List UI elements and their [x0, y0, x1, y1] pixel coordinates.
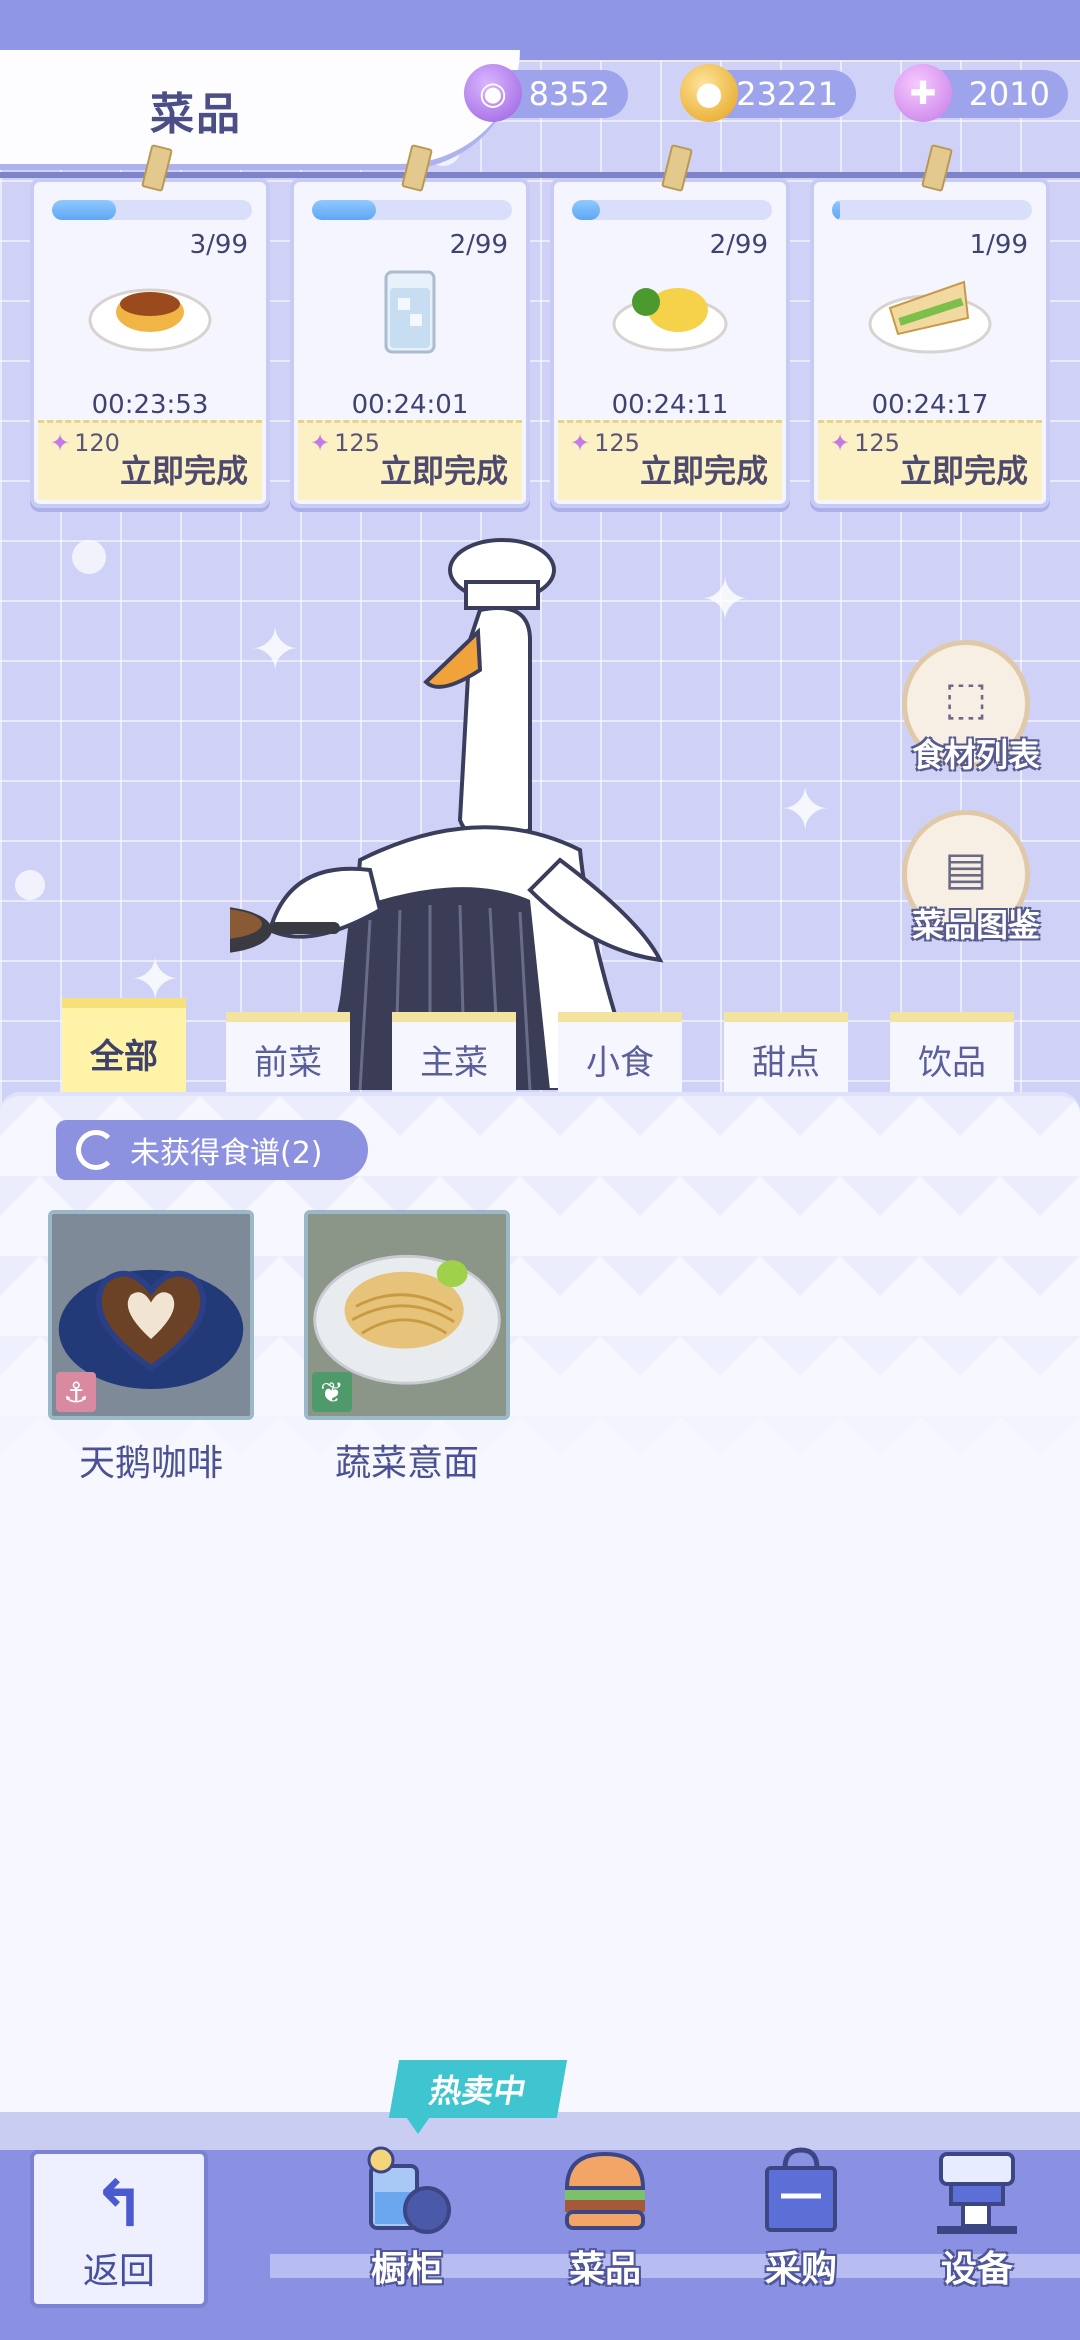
finish-now-label: 立即完成: [119, 452, 248, 490]
back-label: 返回: [82, 2251, 155, 2292]
order-count: 2/99: [709, 230, 768, 260]
order-count: 2/99: [449, 230, 508, 260]
tab-appetizer[interactable]: 前菜: [226, 1012, 350, 1096]
tab-all[interactable]: 全部: [62, 998, 186, 1098]
title-tab: 菜品: [0, 50, 520, 170]
order-card[interactable]: 1/99 00:24:17 ✦ 125 立即完成: [810, 143, 1050, 508]
order-card[interactable]: 2/99 00:24:01 ✦ 125 立即完成: [290, 143, 530, 508]
progress-fill: [832, 200, 840, 220]
finish-now-button[interactable]: ✦ 125 立即完成: [298, 420, 522, 500]
order-count: 1/99: [969, 230, 1028, 260]
tab-dessert[interactable]: 甜点: [724, 1012, 848, 1096]
swan-feather-value: 2010: [968, 75, 1050, 113]
nav-dishes-label: 菜品: [568, 2249, 641, 2290]
decor-bubble: [72, 540, 106, 574]
recipe-card-swan-coffee[interactable]: ⚓: [48, 1210, 254, 1420]
hot-selling-badge: 热卖中: [388, 2060, 568, 2118]
gem-icon: ◉: [464, 64, 522, 122]
burger-icon: [564, 2151, 646, 2230]
gem-value: 8352: [528, 75, 610, 113]
finish-cost: ✦ 125: [310, 429, 380, 457]
tab-main-course[interactable]: 主菜: [392, 1012, 516, 1096]
swan-feather-icon: ✦: [310, 429, 331, 457]
cost-value: 125: [854, 429, 900, 457]
chef-goose-illustration: [230, 538, 664, 1090]
nav-purchase[interactable]: 采购: [726, 2130, 876, 2300]
panel-fade: [0, 1300, 1080, 2100]
swan-feather-counter[interactable]: ✚ 2010: [894, 64, 1068, 122]
progress-bar: [572, 200, 772, 220]
finish-now-label: 立即完成: [899, 452, 1028, 490]
finish-now-button[interactable]: ✦ 125 立即完成: [558, 420, 782, 500]
nav-dishes[interactable]: 菜品: [530, 2130, 680, 2300]
coin-counter[interactable]: ● 3223221: [680, 64, 856, 122]
ingredients-list-label: 食材列表: [911, 736, 1040, 774]
cost-value: 125: [334, 429, 380, 457]
finish-cost: ✦ 125: [830, 429, 900, 457]
swan-feather-icon: ✦: [830, 429, 851, 457]
leaf-icon: ❦: [312, 1372, 352, 1412]
nav-equipment-label: 设备: [940, 2249, 1013, 2290]
progress-fill: [312, 200, 376, 220]
tab-drinks[interactable]: 饮品: [890, 1012, 1014, 1096]
progress-bar: [52, 200, 252, 220]
dish-catalog-label: 菜品图鉴: [911, 906, 1040, 944]
order-card[interactable]: 3/99 00:23:53 ✦ 120 立即完成: [30, 143, 270, 508]
unobtained-recipes-toggle[interactable]: 未获得食谱(2): [56, 1120, 368, 1180]
nav-equipment[interactable]: 设备: [902, 2130, 1052, 2300]
progress-bar: [832, 200, 1032, 220]
cost-value: 125: [594, 429, 640, 457]
pudding-icon: [88, 288, 212, 352]
swan-feather-icon: ✦: [50, 429, 71, 457]
tab-snack[interactable]: 小食: [558, 1012, 682, 1096]
finish-now-button[interactable]: ✦ 120 立即完成: [38, 420, 262, 500]
anchor-icon: ⚓: [56, 1372, 96, 1412]
cards-icon: ▤: [944, 841, 988, 895]
page-title: 菜品: [150, 89, 242, 140]
return-arrow-icon: ↰: [92, 2168, 146, 2242]
order-count: 3/99: [189, 230, 248, 260]
hot-selling-label: 热卖中: [426, 2072, 529, 2110]
shopping-bag-icon: [765, 2147, 837, 2232]
progress-bar: [312, 200, 512, 220]
finish-cost: ✦ 120: [50, 429, 120, 457]
cost-value: 120: [74, 429, 120, 457]
finish-cost: ✦ 125: [570, 429, 640, 457]
unobtained-recipes-label: 未获得食谱(2): [130, 1136, 323, 1171]
finish-now-label: 立即完成: [639, 452, 768, 490]
sandwich-icon: [868, 280, 992, 354]
progress-fill: [52, 200, 116, 220]
swan-feather-icon: ✦: [570, 429, 591, 457]
box-icon: ⬚: [944, 671, 988, 725]
recipe-name: 蔬菜意面: [334, 1443, 479, 1484]
finish-now-button[interactable]: ✦ 125 立即完成: [818, 420, 1042, 500]
cabinet-drinks-icon: [367, 2146, 451, 2234]
order-timer: 00:24:01: [351, 390, 469, 420]
progress-fill: [572, 200, 600, 220]
order-timer: 00:24:17: [871, 390, 989, 420]
order-timer: 00:24:11: [611, 390, 729, 420]
water-glass-icon: [384, 270, 436, 354]
order-card[interactable]: 2/99 00:24:11 ✦ 125 立即完成: [550, 143, 790, 508]
back-button[interactable]: ↰ 返回: [30, 2150, 208, 2308]
coffee-machine-icon: [937, 2152, 1017, 2234]
recipe-card-vegetable-pasta[interactable]: ❦: [304, 1210, 510, 1420]
order-timer: 00:23:53: [91, 390, 209, 420]
decor-bubble: [15, 870, 45, 900]
nav-cabinet-label: 橱柜: [370, 2249, 443, 2290]
egg-salad-icon: [612, 288, 728, 352]
gem-counter[interactable]: ◉ 8352: [464, 64, 628, 122]
recipe-name: 天鹅咖啡: [78, 1443, 223, 1484]
coin-icon: ●: [680, 64, 738, 122]
nav-cabinet[interactable]: 橱柜: [332, 2130, 482, 2300]
refresh-icon: [76, 1130, 116, 1170]
nav-purchase-label: 采购: [764, 2249, 837, 2290]
swan-feather-icon: ✚: [894, 64, 952, 122]
sparkle-icon: ✦: [780, 775, 831, 845]
finish-now-label: 立即完成: [379, 452, 508, 490]
